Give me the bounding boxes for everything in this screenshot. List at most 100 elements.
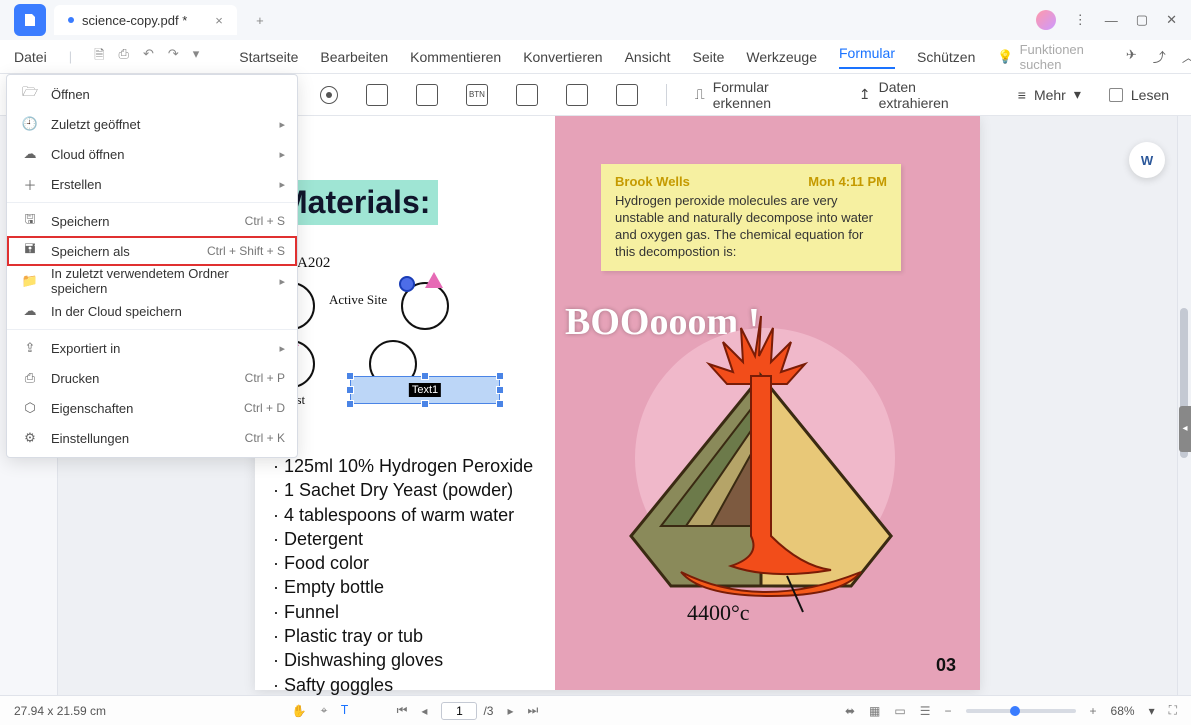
radio-tool-icon[interactable] [320, 86, 338, 104]
file-menu-item-saveas[interactable]: 🖬Speichern alsCtrl + Shift + S [7, 236, 297, 266]
list-item: 4 tablespoons of warm water [273, 503, 545, 527]
layout-icon[interactable]: ▭ [894, 704, 905, 718]
chevron-up-icon[interactable]: ︿ [1182, 47, 1191, 66]
page-indicator[interactable]: /3 [441, 702, 493, 720]
menu-item-label: In der Cloud speichern [51, 304, 285, 319]
undo-icon[interactable]: ↶ [143, 46, 154, 68]
menu-seite[interactable]: Seite [693, 49, 725, 65]
chevron-right-icon: ▸ [279, 275, 285, 288]
extract-label: Daten extrahieren [879, 79, 990, 111]
user-avatar-icon[interactable] [1036, 10, 1056, 30]
zoom-knob[interactable] [1010, 706, 1020, 716]
comment-author: Brook Wells [615, 174, 690, 189]
hand-tool-icon[interactable]: ✋ [292, 704, 307, 718]
list-item: Dishwashing gloves [273, 648, 545, 672]
app-menu-button[interactable]: ⋮ [1074, 12, 1087, 28]
listbox-tool-icon[interactable] [416, 84, 438, 106]
menu-startseite[interactable]: Startseite [239, 49, 298, 65]
page-prev-icon[interactable]: ◂ [421, 704, 427, 718]
fullscreen-icon[interactable]: ⛶ [1169, 703, 1177, 718]
more-label: Mehr [1034, 87, 1066, 103]
chevron-right-icon: ▸ [279, 342, 285, 355]
file-menu-item-props[interactable]: ⬡EigenschaftenCtrl + D [7, 393, 297, 423]
cloud-icon: ☁ [21, 145, 39, 163]
page-first-icon[interactable]: ⏮ [397, 703, 408, 718]
menu-item-label: In zuletzt verwendetem Ordner speichern [51, 266, 267, 296]
menu-werkzeuge[interactable]: Werkzeuge [746, 49, 817, 65]
separator [666, 84, 667, 106]
page-number: 03 [936, 655, 956, 676]
send-icon[interactable]: ✈ [1126, 47, 1137, 66]
button-tool-icon[interactable]: BTN [466, 84, 488, 106]
file-menu-item-cloudsave[interactable]: ☁ In der Cloud speichern [7, 296, 297, 326]
text-select-icon[interactable]: Ꭲ [341, 703, 348, 718]
recognize-icon: ⎍ [695, 86, 705, 103]
menu-ansicht[interactable]: Ansicht [625, 49, 671, 65]
dropdown-tool-icon[interactable] [366, 84, 388, 106]
print-quick-icon[interactable]: ⎙ [119, 46, 129, 68]
settings-icon: ⚙ [21, 429, 39, 447]
tab-close-button[interactable]: × [215, 13, 223, 28]
more-button[interactable]: ≡ Mehr ▾ [1018, 86, 1081, 103]
extract-data-button[interactable]: ↥ Daten extrahieren [859, 79, 990, 111]
read-toggle[interactable]: Lesen [1109, 87, 1169, 103]
search-placeholder: Funktionen suchen [1020, 42, 1084, 72]
share-icon[interactable]: ⤴ [1153, 47, 1166, 66]
chem-label-a202: A202 [297, 255, 545, 272]
file-menu-item-save[interactable]: 🖫SpeichernCtrl + S [7, 206, 297, 236]
zoom-in-icon[interactable]: + [1090, 704, 1097, 718]
side-panel-handle[interactable]: ◂ [1179, 406, 1191, 452]
zoom-out-icon[interactable]: − [945, 704, 952, 718]
view-mode-icon[interactable]: ▦ [869, 704, 880, 718]
layout-continuous-icon[interactable]: ☰ [920, 704, 931, 718]
menu-bearbeiten[interactable]: Bearbeiten [320, 49, 388, 65]
cloudsave-icon: ☁ [21, 302, 39, 320]
recognize-form-button[interactable]: ⎍ Formular erkennen [695, 79, 831, 111]
menu-schuetzen[interactable]: Schützen [917, 49, 975, 65]
comment-time: Mon 4:11 PM [808, 174, 887, 189]
form-text-field[interactable]: Text1 [350, 376, 500, 404]
zoom-value: 68% [1111, 704, 1135, 718]
file-menu-button[interactable]: Datei [14, 49, 47, 65]
file-menu-item-folder[interactable]: 📁In zuletzt verwendetem Ordner speichern… [7, 266, 297, 296]
file-menu-item-recent[interactable]: 🕘Zuletzt geöffnet▸ [7, 109, 297, 139]
signature-tool-icon[interactable] [516, 84, 538, 106]
menu-formular[interactable]: Formular [839, 45, 895, 69]
menu-konvertieren[interactable]: Konvertieren [523, 49, 602, 65]
dropdown-quick-icon[interactable]: ▾ [193, 46, 200, 68]
feature-search[interactable]: 💡 Funktionen suchen [997, 42, 1084, 72]
menu-kommentieren[interactable]: Kommentieren [410, 49, 501, 65]
close-button[interactable]: ✕ [1166, 12, 1177, 28]
page-last-icon[interactable]: ⏭ [528, 703, 539, 718]
select-tool-icon[interactable]: ⌖ [321, 703, 328, 718]
image-tool-icon[interactable] [566, 84, 588, 106]
read-checkbox-icon [1109, 88, 1123, 102]
save-quick-icon[interactable]: 🗎 [94, 46, 104, 68]
file-menu-item-settings[interactable]: ⚙EinstellungenCtrl + K [7, 423, 297, 453]
redo-icon[interactable]: ↷ [168, 46, 179, 68]
menu-item-label: Eigenschaften [51, 401, 232, 416]
date-tool-icon[interactable] [616, 84, 638, 106]
zoom-chevron-icon[interactable]: ▾ [1149, 704, 1155, 718]
chevron-down-icon: ▾ [1074, 86, 1081, 103]
file-menu-item-open[interactable]: 🗁Öffnen [7, 79, 297, 109]
page-next-icon[interactable]: ▸ [507, 704, 513, 718]
document-tab[interactable]: science-copy.pdf * × [54, 5, 237, 35]
new-tab-button[interactable]: + [247, 7, 273, 33]
props-icon: ⬡ [21, 399, 39, 417]
file-menu-item-cloud[interactable]: ☁Cloud öffnen▸ [7, 139, 297, 169]
page-input[interactable] [441, 702, 477, 720]
file-menu-item-export[interactable]: ⇪Exportiert in▸ [7, 333, 297, 363]
file-menu-item-print[interactable]: ⎙DruckenCtrl + P [7, 363, 297, 393]
fit-width-icon[interactable]: ⬌ [845, 704, 855, 718]
minimize-button[interactable]: — [1105, 13, 1118, 28]
form-field-label: Text1 [409, 383, 441, 397]
zoom-slider[interactable] [966, 709, 1076, 713]
maximize-button[interactable]: ▢ [1136, 12, 1148, 28]
export-word-button[interactable]: W [1129, 142, 1165, 178]
app-logo [14, 4, 46, 36]
saveas-icon: 🖬 [21, 242, 39, 260]
comment-sticky-note[interactable]: Brook Wells Mon 4:11 PM Hydrogen peroxid… [601, 164, 901, 271]
file-menu-item-new[interactable]: ＋Erstellen▸ [7, 169, 297, 199]
pdf-page: Materials: A202 Active Site Yeast [255, 116, 980, 690]
